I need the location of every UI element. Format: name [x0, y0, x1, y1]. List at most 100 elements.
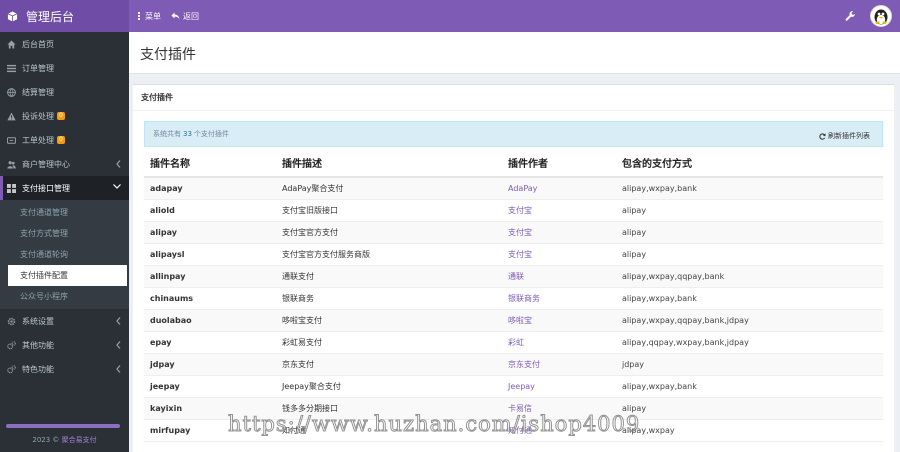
plugin-author-link[interactable]: 银联商务 [502, 287, 616, 310]
plugin-author-link[interactable]: 京东支付 [502, 353, 616, 376]
plugin-description: 哆啦宝支付 [276, 309, 502, 332]
plugin-author-link[interactable]: 通联 [502, 265, 616, 288]
plugin-methods: alipay [616, 221, 883, 244]
content-header: 支付插件 [129, 32, 900, 74]
plugin-name: duolabao [144, 309, 276, 332]
sidebar-item-complaints[interactable]: 投诉处理 0 [0, 104, 129, 128]
sidebar-item-payment-interfaces[interactable]: 支付接口管理 [0, 176, 129, 200]
plugin-author-link[interactable]: 支付宝 [502, 243, 616, 266]
column-header-methods: 包含的支付方式 [616, 149, 883, 178]
sidebar-item-label: 特色功能 [22, 364, 54, 374]
sidebar-item-label: 投诉处理 [22, 111, 54, 121]
sidebar-item-label: 系统设置 [22, 316, 54, 326]
plugin-methods: alipay [616, 243, 883, 266]
info-prefix: 系统共有 [153, 130, 181, 138]
table-row: adapay AdaPay聚合支付 AdaPay alipay,wxpay,bank [144, 177, 883, 200]
sidebar-item-merchants[interactable]: 商户管理中心 [0, 152, 129, 176]
plugin-methods: alipay [616, 199, 883, 222]
plugin-name: jdpay [144, 353, 276, 376]
home-icon [6, 39, 16, 49]
sidebar-item-label: 商户管理中心 [22, 159, 70, 169]
brand-title: 管理后台 [26, 9, 75, 24]
sidebar-item-label: 结算管理 [22, 87, 54, 97]
brand[interactable]: 管理后台 [0, 0, 129, 32]
plugin-author-link[interactable]: 支付宝 [502, 199, 616, 222]
copyright: 2023 © 聚合易支付 [0, 435, 129, 445]
sidebar-item-dashboard[interactable]: 后台首页 [0, 32, 129, 56]
sidebar-item-label: 后台首页 [22, 39, 54, 49]
wrench-icon[interactable] [845, 10, 856, 22]
menu-label: 菜单 [145, 11, 161, 21]
plugin-methods: alipay,wxpay,qqpay,bank [616, 265, 883, 288]
plugin-description: Jeepay聚合支付 [276, 375, 502, 398]
menu-toggle-button[interactable]: 菜单 [136, 11, 161, 22]
back-label: 返回 [183, 11, 199, 21]
sidebar-scrollbar[interactable] [6, 424, 120, 428]
plugin-author-link[interactable]: 卡易信 [502, 397, 616, 420]
sidebar-item-system-settings[interactable]: 系统设置 [0, 309, 129, 333]
refresh-plugins-button[interactable]: 刷新插件列表 [819, 131, 870, 141]
plugin-name: jeepay [144, 375, 276, 398]
sidebar-item-special-features[interactable]: 特色功能 [0, 357, 129, 381]
complaints-badge: 0 [57, 112, 65, 120]
table-row: duolabao 哆啦宝支付 哆啦宝 alipay,wxpay,qqpay,bank,… [144, 309, 883, 332]
table-row: aliold 支付宝旧版接口 支付宝 alipay [144, 199, 883, 222]
plugin-description: 支付宝官方支付 [276, 221, 502, 244]
plugin-author-link[interactable]: 知付通 [502, 419, 616, 442]
top-navbar: 管理后台 菜单 返回 [0, 0, 900, 32]
avatar-icon[interactable] [870, 5, 892, 27]
payment-submenu: 支付通道管理 支付方式管理 支付通道轮询 支付插件配置 公众号小程序 [0, 200, 129, 309]
plugin-name: mirfupay [144, 419, 276, 442]
plugin-description: 钱多多分期接口 [276, 397, 502, 420]
info-alert: 系统共有 33 个支付插件 刷新插件列表 [144, 121, 883, 147]
sidebar-item-settlement[interactable]: 结算管理 [0, 80, 129, 104]
copyright-year: 2023 © [32, 436, 60, 444]
plugin-methods: alipay [616, 397, 883, 420]
info-suffix: 个支付插件 [193, 130, 229, 138]
plugin-author-link[interactable]: AdaPay [502, 177, 616, 200]
plugin-description: 彩虹易支付 [276, 331, 502, 354]
submenu-item-polling[interactable]: 支付通道轮询 [0, 244, 129, 265]
table-row: alipaysl 支付宝官方支付服务商版 支付宝 alipay [144, 243, 883, 266]
sidebar-item-label: 订单管理 [22, 63, 54, 73]
sidebar-item-label: 其他功能 [22, 340, 54, 350]
submenu-item-methods[interactable]: 支付方式管理 [0, 223, 129, 244]
plugin-description: 银联商务 [276, 287, 502, 310]
plugin-description: 支付宝旧版接口 [276, 199, 502, 222]
sidebar-item-tickets[interactable]: 工单处理 0 [0, 128, 129, 152]
submenu-item-plugins[interactable]: 支付插件配置 [8, 265, 127, 286]
submenu-item-channels[interactable]: 支付通道管理 [0, 202, 129, 223]
copyright-link[interactable]: 聚合易支付 [62, 436, 97, 444]
sidebar-item-orders[interactable]: 订单管理 [0, 56, 129, 80]
back-button[interactable]: 返回 [171, 11, 199, 22]
tickets-badge: 0 [57, 136, 65, 144]
page-title: 支付插件 [140, 47, 196, 63]
star-icon [6, 364, 16, 374]
chevron-down-icon [113, 184, 121, 189]
refresh-label: 刷新插件列表 [828, 132, 870, 140]
table-header-row: 插件名称 插件描述 插件作者 包含的支付方式 [144, 149, 883, 178]
plugin-author-link[interactable]: 哆啦宝 [502, 309, 616, 332]
plugin-description: 支付宝官方支付服务商版 [276, 243, 502, 266]
cogs-icon [6, 340, 16, 350]
list-icon [6, 63, 16, 73]
ticket-icon [6, 135, 16, 145]
submenu-item-miniprogram[interactable]: 公众号小程序 [0, 286, 129, 307]
grid-icon [6, 183, 16, 193]
plugin-author-link[interactable]: 支付宝 [502, 221, 616, 244]
plugin-methods: alipay,wxpay,bank [616, 177, 883, 200]
sidebar: 后台首页 订单管理 结算管理 投诉处理 0 工单处理 0 商户管理中心 支付接口… [0, 32, 129, 452]
chevron-left-icon [116, 317, 121, 325]
plugin-description: 京东支付 [276, 353, 502, 376]
plugin-name: allinpay [144, 265, 276, 288]
plugin-description: 知付通 [276, 419, 502, 442]
table-row: jdpay 京东支付 京东支付 jdpay [144, 353, 883, 376]
back-icon [171, 12, 180, 20]
plugins-table: 插件名称 插件描述 插件作者 包含的支付方式 adapay AdaPay聚合支付 A… [144, 149, 883, 442]
table-row: mirfupay 知付通 知付通 alipay,wxpay [144, 419, 883, 442]
gear-icon [6, 316, 16, 326]
plugin-author-link[interactable]: Jeepay [502, 375, 616, 398]
plugin-name: adapay [144, 177, 276, 200]
sidebar-item-other-functions[interactable]: 其他功能 [0, 333, 129, 357]
plugin-author-link[interactable]: 彩虹 [502, 331, 616, 354]
